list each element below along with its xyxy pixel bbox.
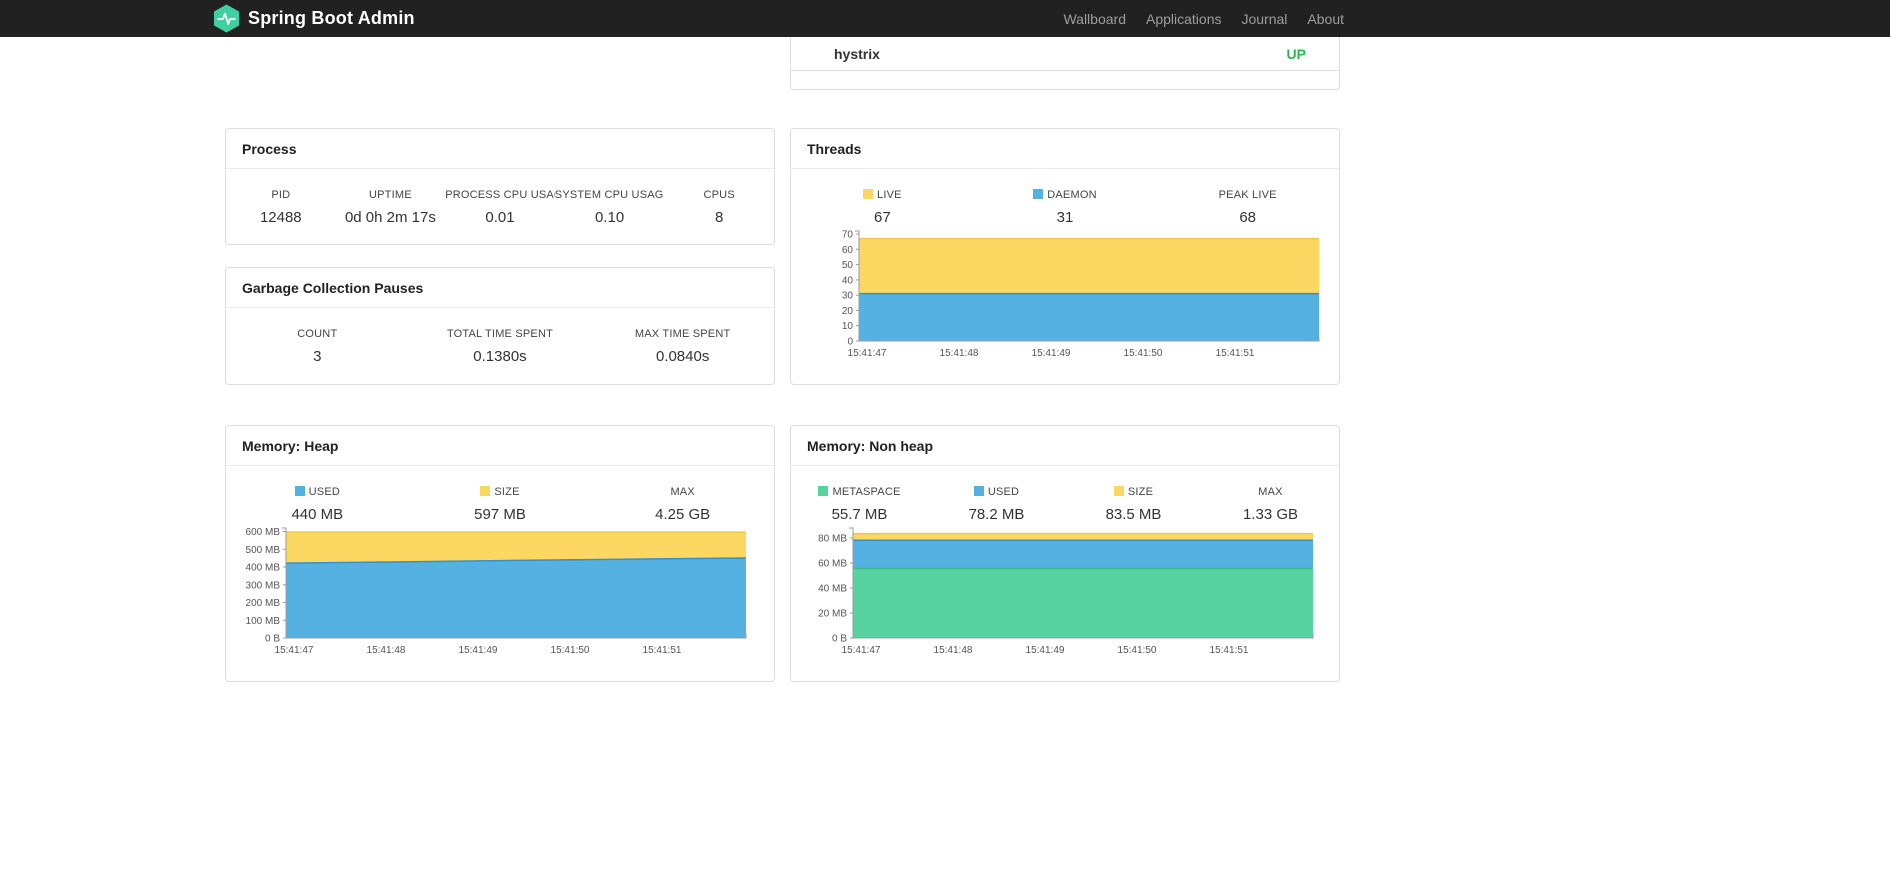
svg-text:30: 30 [842, 291, 854, 302]
legend-label: MAX [1258, 486, 1283, 498]
legend-label: MAX [670, 486, 695, 498]
app-title: Spring Boot Admin [248, 8, 415, 28]
svg-text:500 MB: 500 MB [246, 545, 281, 556]
svg-text:15:41:51: 15:41:51 [643, 645, 682, 656]
svg-text:70: 70 [842, 230, 854, 241]
legend-label: USED [226, 482, 409, 502]
svg-text:15:41:49: 15:41:49 [1026, 645, 1065, 656]
metric-label: COUNT [297, 328, 338, 340]
metric-label: UPTIME [369, 189, 412, 201]
metric-value: 12488 [259, 209, 302, 226]
size-legend-swatch-icon [480, 486, 491, 496]
svg-text:0 B: 0 B [265, 634, 280, 645]
live-legend-swatch-icon [863, 189, 873, 199]
svg-text:100 MB: 100 MB [246, 616, 281, 627]
svg-text:400 MB: 400 MB [246, 563, 281, 574]
nonheap-legend: METASPACE USED SIZE MAX 55.7 MB 78.2 MB … [791, 482, 1339, 527]
gc-metrics: COUNT TOTAL TIME SPENT MAX TIME SPENT 3 … [226, 324, 774, 369]
main-nav: Wallboard Applications Journal About [1063, 0, 1344, 37]
metric-value: 8 [715, 209, 724, 226]
used-legend-swatch-icon [294, 486, 305, 496]
nav-item-about[interactable]: About [1307, 11, 1344, 27]
legend-label: METASPACE [791, 482, 928, 502]
svg-text:15:41:50: 15:41:50 [1118, 645, 1157, 656]
metric-label: SYSTEM CPU USAGE [554, 189, 665, 201]
brand-link[interactable]: Spring Boot Admin [213, 0, 415, 37]
navbar: Spring Boot Admin Wallboard Applications… [0, 0, 1890, 37]
memory-nonheap-card: Memory: Non heap METASPACE USED SIZE MAX… [790, 425, 1340, 682]
gc-card-title: Garbage Collection Pauses [226, 268, 774, 308]
nav-item-applications[interactable]: Applications [1146, 11, 1222, 27]
application-row[interactable]: hystrix UP [791, 37, 1339, 71]
heap-legend: USED SIZE MAX 440 MB 597 MB 4.25 GB [226, 482, 774, 527]
memory-nonheap-chart: 0 B 20 MB 40 MB 60 MB 80 MB 15:41:47 15:41:48 1… [807, 522, 1321, 667]
metaspace-legend-swatch-icon [818, 486, 829, 496]
threads-card: Threads LIVE DAEMON PEAK LIVE 67 31 68 0… [790, 128, 1340, 385]
legend-label: PEAK LIVE [1218, 189, 1277, 201]
svg-text:40 MB: 40 MB [818, 584, 847, 595]
memory-heap-card: Memory: Heap USED SIZE MAX 440 MB 597 MB… [225, 425, 775, 682]
svg-text:0: 0 [847, 337, 853, 348]
nav-item-journal[interactable]: Journal [1241, 11, 1287, 27]
legend-label: LIVE [791, 185, 974, 205]
spring-boot-admin-logo-icon [214, 4, 239, 33]
legend-label: USED [928, 482, 1065, 502]
svg-text:15:41:47: 15:41:47 [848, 348, 887, 359]
process-metrics: PID UPTIME PROCESS CPU USAGE SYSTEM CPU … [226, 185, 774, 230]
gc-pauses-card: Garbage Collection Pauses COUNT TOTAL TI… [225, 267, 775, 385]
svg-text:60: 60 [842, 245, 854, 256]
metric-label: CPUS [703, 189, 735, 201]
svg-text:15:41:48: 15:41:48 [367, 645, 406, 656]
svg-text:15:41:49: 15:41:49 [459, 645, 498, 656]
application-status-card: hystrix UP [790, 37, 1340, 90]
metric-value: 0.0840s [655, 348, 710, 365]
size-legend-swatch-icon [1113, 486, 1124, 496]
svg-text:10: 10 [842, 321, 854, 332]
svg-text:15:41:48: 15:41:48 [934, 645, 973, 656]
legend-label: SIZE [409, 482, 592, 502]
metric-value: 3 [313, 348, 322, 365]
metric-label: MAX TIME SPENT [634, 328, 731, 340]
svg-text:15:41:49: 15:41:49 [1032, 348, 1071, 359]
svg-text:15:41:47: 15:41:47 [275, 645, 314, 656]
threads-card-title: Threads [791, 129, 1339, 169]
heap-card-title: Memory: Heap [226, 426, 774, 466]
process-card: Process PID UPTIME PROCESS CPU USAGE SYS… [225, 128, 775, 245]
svg-text:15:41:51: 15:41:51 [1210, 645, 1249, 656]
svg-text:60 MB: 60 MB [818, 559, 847, 570]
metric-value: 0.01 [485, 209, 515, 226]
metric-value: 0d 0h 2m 17s [344, 209, 436, 226]
used-legend-swatch-icon [973, 486, 984, 496]
memory-heap-chart: 0 B 100 MB 200 MB 300 MB 400 MB 500 MB 600 MB 1… [240, 522, 754, 667]
svg-text:300 MB: 300 MB [246, 580, 281, 591]
svg-text:200 MB: 200 MB [246, 598, 281, 609]
svg-text:50: 50 [842, 260, 854, 271]
threads-legend: LIVE DAEMON PEAK LIVE 67 31 68 [791, 185, 1339, 230]
nonheap-card-title: Memory: Non heap [791, 426, 1339, 466]
svg-text:80 MB: 80 MB [818, 534, 847, 545]
svg-text:15:41:48: 15:41:48 [940, 348, 979, 359]
status-badge: UP [1286, 45, 1306, 62]
legend-label: SIZE [1065, 482, 1202, 502]
svg-text:15:41:51: 15:41:51 [1216, 348, 1255, 359]
metric-label: TOTAL TIME SPENT [446, 328, 554, 340]
metric-label: PID [271, 189, 291, 201]
svg-text:0 B: 0 B [832, 634, 847, 645]
svg-text:20 MB: 20 MB [818, 609, 847, 620]
svg-text:600 MB: 600 MB [246, 527, 281, 538]
threads-chart: 0 10 20 30 40 50 60 70 15:41:47 15:41:48 15:41:49 1… [813, 225, 1327, 370]
process-card-title: Process [226, 129, 774, 169]
service-name[interactable]: hystrix [834, 46, 880, 62]
svg-text:15:41:50: 15:41:50 [551, 645, 590, 656]
metric-label: PROCESS CPU USAGE [445, 189, 555, 201]
svg-text:15:41:50: 15:41:50 [1124, 348, 1163, 359]
daemon-legend-swatch-icon [1033, 189, 1044, 199]
metric-value: 0.10 [594, 209, 625, 226]
metric-value: 0.1380s [473, 348, 527, 365]
nav-item-wallboard[interactable]: Wallboard [1063, 11, 1126, 27]
svg-text:20: 20 [842, 306, 854, 317]
legend-label: DAEMON [974, 185, 1157, 205]
svg-text:15:41:47: 15:41:47 [842, 645, 881, 656]
svg-text:40: 40 [842, 275, 854, 286]
